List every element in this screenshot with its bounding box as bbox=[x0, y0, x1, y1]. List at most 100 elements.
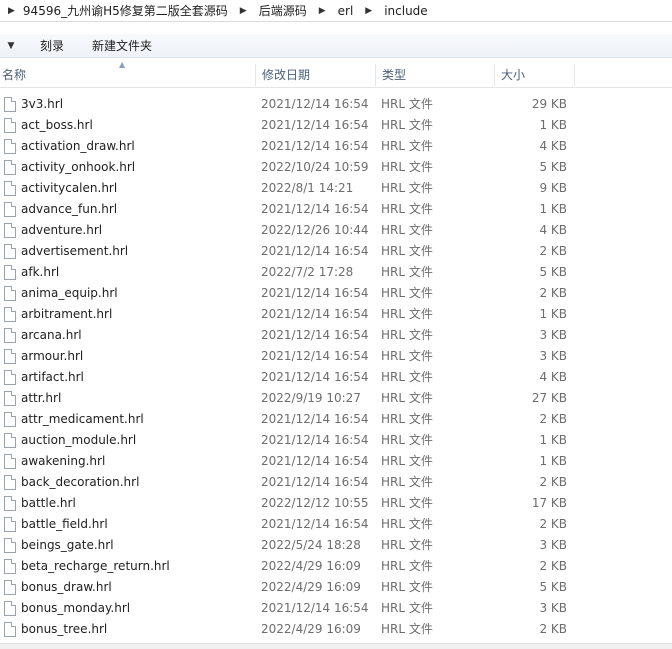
file-size: 1 KB bbox=[539, 454, 567, 468]
chevron-right-icon[interactable]: ▶ bbox=[8, 0, 15, 22]
file-name: armour.hrl bbox=[21, 349, 84, 363]
file-type: HRL 文件 bbox=[381, 517, 433, 531]
file-row[interactable]: 3v3.hrl 2021/12/14 16:54 HRL 文件 29 KB bbox=[0, 94, 672, 115]
new-folder-button[interactable]: 新建文件夹 bbox=[82, 35, 162, 57]
file-date: 2021/12/14 16:54 bbox=[261, 244, 369, 258]
file-date: 2022/4/29 16:09 bbox=[261, 622, 361, 636]
chevron-right-icon[interactable]: ▶ bbox=[240, 0, 247, 22]
burn-button[interactable]: 刻录 bbox=[30, 35, 74, 57]
file-row[interactable]: activitycalen.hrl 2022/8/1 14:21 HRL 文件 9 K… bbox=[0, 178, 672, 199]
file-type: HRL 文件 bbox=[381, 370, 433, 384]
file-row[interactable]: beings_gate.hrl 2022/5/24 18:28 HRL 文件 3 KB bbox=[0, 535, 672, 556]
file-row[interactable]: awakening.hrl 2021/12/14 16:54 HRL 文件 1 KB bbox=[0, 451, 672, 472]
breadcrumb-include[interactable]: include bbox=[384, 0, 427, 22]
file-date: 2022/5/24 18:28 bbox=[261, 538, 361, 552]
file-icon bbox=[4, 202, 16, 217]
chevron-down-icon[interactable]: ▼ bbox=[0, 34, 22, 58]
file-type: HRL 文件 bbox=[381, 139, 433, 153]
column-header-name[interactable]: 名称 bbox=[1, 62, 26, 88]
file-row[interactable]: artifact.hrl 2021/12/14 16:54 HRL 文件 4 KB bbox=[0, 367, 672, 388]
column-header-date[interactable]: 修改日期 bbox=[261, 62, 310, 88]
file-type: HRL 文件 bbox=[381, 265, 433, 279]
file-row[interactable]: attr.hrl 2022/9/19 10:27 HRL 文件 27 KB bbox=[0, 388, 672, 409]
file-date: 2021/12/14 16:54 bbox=[261, 139, 369, 153]
file-row[interactable]: auction_module.hrl 2021/12/14 16:54 HRL 文件… bbox=[0, 430, 672, 451]
file-icon bbox=[4, 97, 16, 112]
breadcrumb-erl[interactable]: erl bbox=[338, 0, 354, 22]
file-row[interactable]: activity_onhook.hrl 2022/10/24 10:59 HRL 文… bbox=[0, 157, 672, 178]
breadcrumb-project[interactable]: 94596_九州谕H5修复第二版全套源码 bbox=[23, 0, 228, 22]
address-bar[interactable]: ▶ 94596_九州谕H5修复第二版全套源码 ▶ 后端源码 ▶ erl ▶ in… bbox=[0, 0, 672, 22]
file-date: 2022/4/29 16:09 bbox=[261, 559, 361, 573]
command-bar: ▼ 刻录 新建文件夹 bbox=[0, 34, 672, 58]
file-row[interactable]: act_boss.hrl 2021/12/14 16:54 HRL 文件 1 KB bbox=[0, 115, 672, 136]
horizontal-scrollbar[interactable] bbox=[0, 643, 672, 649]
file-row[interactable]: afk.hrl 2022/7/2 17:28 HRL 文件 5 KB bbox=[0, 262, 672, 283]
file-type: HRL 文件 bbox=[381, 244, 433, 258]
file-type: HRL 文件 bbox=[381, 391, 433, 405]
file-icon bbox=[4, 433, 16, 448]
column-header-type[interactable]: 类型 bbox=[381, 62, 406, 88]
file-row[interactable]: bonus_draw.hrl 2022/4/29 16:09 HRL 文件 5 KB bbox=[0, 577, 672, 598]
file-name: battle_field.hrl bbox=[21, 517, 108, 531]
file-row[interactable]: back_decoration.hrl 2021/12/14 16:54 HRL 文… bbox=[0, 472, 672, 493]
file-date: 2022/12/26 10:44 bbox=[261, 223, 369, 237]
column-divider[interactable] bbox=[255, 64, 256, 86]
file-row[interactable]: advertisement.hrl 2021/12/14 16:54 HRL 文件 2… bbox=[0, 241, 672, 262]
file-row[interactable]: bonus_tree.hrl 2022/4/29 16:09 HRL 文件 2 KB bbox=[0, 619, 672, 640]
file-row[interactable]: attr_medicament.hrl 2021/12/14 16:54 HRL 文… bbox=[0, 409, 672, 430]
file-row[interactable]: adventure.hrl 2022/12/26 10:44 HRL 文件 4 KB bbox=[0, 220, 672, 241]
file-size: 3 KB bbox=[539, 538, 567, 552]
file-date: 2022/10/24 10:59 bbox=[261, 160, 369, 174]
file-icon bbox=[4, 412, 16, 427]
file-row[interactable]: anima_equip.hrl 2021/12/14 16:54 HRL 文件 2 K… bbox=[0, 283, 672, 304]
file-row[interactable]: arcana.hrl 2021/12/14 16:54 HRL 文件 3 KB bbox=[0, 325, 672, 346]
file-row[interactable]: bonus_monday.hrl 2021/12/14 16:54 HRL 文件 3 … bbox=[0, 598, 672, 619]
file-name: anima_equip.hrl bbox=[21, 286, 118, 300]
file-type: HRL 文件 bbox=[381, 328, 433, 342]
file-icon bbox=[4, 517, 16, 532]
chevron-right-icon[interactable]: ▶ bbox=[365, 0, 372, 22]
file-name: attr.hrl bbox=[21, 391, 62, 405]
file-row[interactable]: battle_field.hrl 2021/12/14 16:54 HRL 文件 2 … bbox=[0, 514, 672, 535]
file-icon bbox=[4, 307, 16, 322]
file-type: HRL 文件 bbox=[381, 601, 433, 615]
file-icon bbox=[4, 181, 16, 196]
file-size: 17 KB bbox=[531, 496, 567, 510]
file-date: 2021/12/14 16:54 bbox=[261, 475, 369, 489]
file-type: HRL 文件 bbox=[381, 118, 433, 132]
file-size: 3 KB bbox=[539, 601, 567, 615]
file-size: 1 KB bbox=[539, 433, 567, 447]
file-row[interactable]: advance_fun.hrl 2021/12/14 16:54 HRL 文件 1 K… bbox=[0, 199, 672, 220]
file-icon bbox=[4, 139, 16, 154]
file-name: beta_recharge_return.hrl bbox=[21, 559, 170, 573]
file-name: attr_medicament.hrl bbox=[21, 412, 144, 426]
file-size: 2 KB bbox=[539, 622, 567, 636]
chevron-right-icon[interactable]: ▶ bbox=[319, 0, 326, 22]
column-divider[interactable] bbox=[574, 64, 575, 86]
file-icon bbox=[4, 454, 16, 469]
file-name: act_boss.hrl bbox=[21, 118, 93, 132]
file-date: 2021/12/14 16:54 bbox=[261, 349, 369, 363]
file-size: 9 KB bbox=[539, 181, 567, 195]
column-header-size[interactable]: 大小 bbox=[500, 62, 525, 88]
file-row[interactable]: armour.hrl 2021/12/14 16:54 HRL 文件 3 KB bbox=[0, 346, 672, 367]
file-size: 2 KB bbox=[539, 475, 567, 489]
file-type: HRL 文件 bbox=[381, 412, 433, 426]
column-divider[interactable] bbox=[494, 64, 495, 86]
file-row[interactable]: beta_recharge_return.hrl 2022/4/29 16:09 H… bbox=[0, 556, 672, 577]
file-row[interactable]: activation_draw.hrl 2021/12/14 16:54 HRL 文… bbox=[0, 136, 672, 157]
breadcrumb-backend[interactable]: 后端源码 bbox=[259, 0, 307, 22]
file-row[interactable]: battle.hrl 2022/12/12 10:55 HRL 文件 17 KB bbox=[0, 493, 672, 514]
file-name: activity_onhook.hrl bbox=[21, 160, 136, 174]
file-type: HRL 文件 bbox=[381, 160, 433, 174]
file-date: 2021/12/14 16:54 bbox=[261, 307, 369, 321]
file-row[interactable]: arbitrament.hrl 2021/12/14 16:54 HRL 文件 1 K… bbox=[0, 304, 672, 325]
file-type: HRL 文件 bbox=[381, 580, 433, 594]
file-size: 29 KB bbox=[531, 97, 567, 111]
file-size: 1 KB bbox=[539, 307, 567, 321]
file-icon bbox=[4, 160, 16, 175]
column-divider[interactable] bbox=[375, 64, 376, 86]
file-icon bbox=[4, 496, 16, 511]
file-icon bbox=[4, 622, 16, 637]
